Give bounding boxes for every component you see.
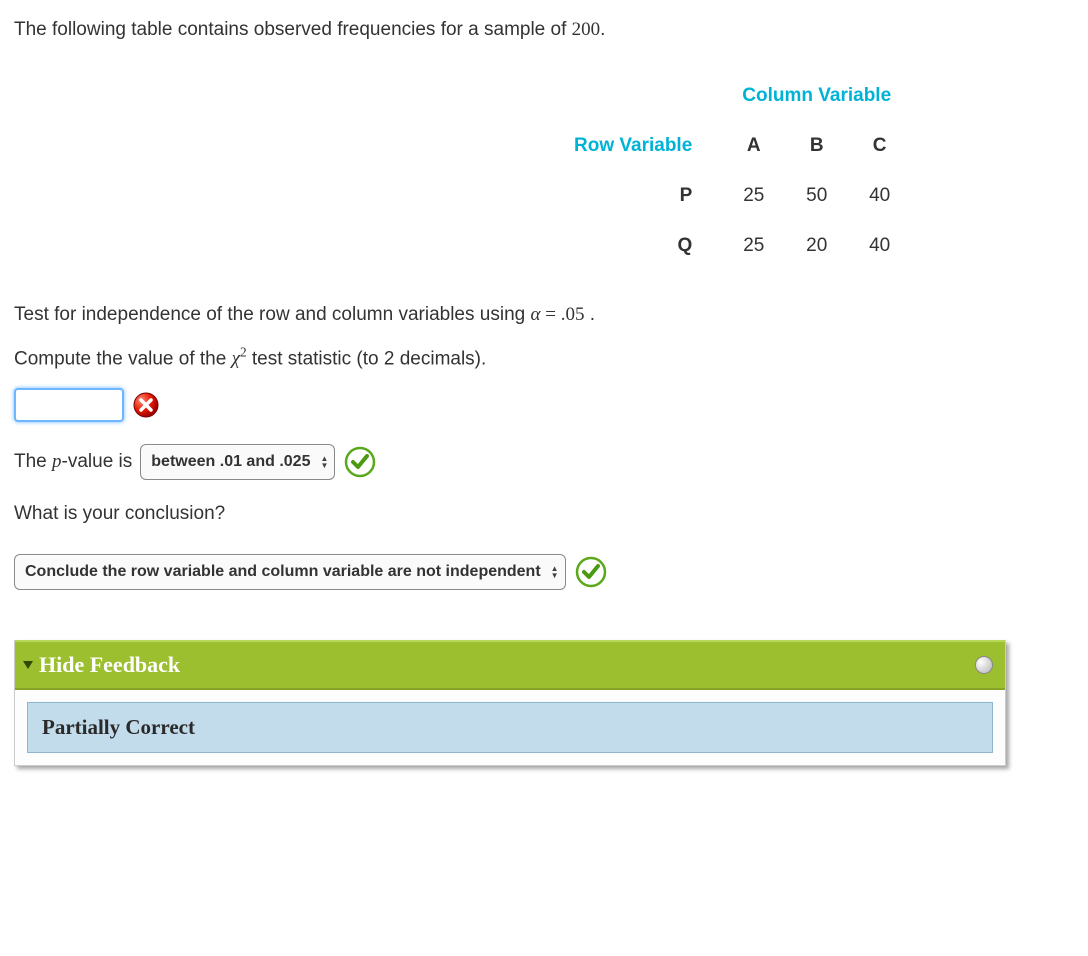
col-A: A	[722, 121, 785, 171]
intro-text: The following table contains observed fr…	[14, 16, 1074, 45]
refresh-icon[interactable]	[975, 656, 993, 674]
chi-exponent: 2	[240, 345, 247, 360]
feedback-toggle-label: Hide Feedback	[39, 652, 180, 678]
table-row: P 25 50 40	[554, 171, 911, 221]
independence-test-text: Test for independence of the row and col…	[14, 301, 1074, 330]
chi-square-prompt: Compute the value of the χ2 test statist…	[14, 343, 1074, 374]
cell-Q-A: 25	[722, 221, 785, 271]
q1-prefix: Test for independence of the row and col…	[14, 304, 530, 325]
col-B: B	[785, 121, 848, 171]
chi-square-input[interactable]	[14, 388, 124, 422]
intro-suffix: .	[600, 19, 605, 40]
pvalue-mid: -value is	[62, 451, 133, 472]
pvalue-text: The p-value is	[14, 451, 132, 473]
correct-icon	[574, 555, 608, 589]
feedback-status: Partially Correct	[27, 702, 993, 753]
q2-suffix: test statistic (to 2 decimals).	[247, 348, 487, 369]
row-Q-label: Q	[554, 221, 722, 271]
cell-Q-C: 40	[848, 221, 911, 271]
q1-eq: =	[540, 304, 560, 325]
col-C: C	[848, 121, 911, 171]
sample-size: 200	[572, 19, 601, 40]
feedback-panel: Hide Feedback Partially Correct	[14, 640, 1006, 766]
cell-P-A: 25	[722, 171, 785, 221]
intro-prefix: The following table contains observed fr…	[14, 19, 572, 40]
conclusion-prompt: What is your conclusion?	[14, 500, 1074, 529]
q1-suffix: .	[584, 304, 595, 325]
cell-Q-B: 20	[785, 221, 848, 271]
frequency-table: Column Variable Row Variable A B C P 25 …	[554, 71, 911, 271]
select-arrows-icon: ▲▼	[551, 565, 559, 579]
table-row: Q 25 20 40	[554, 221, 911, 271]
conclusion-selected-label: Conclude the row variable and column var…	[25, 563, 541, 581]
incorrect-icon	[132, 391, 160, 419]
pvalue-selected-label: between .01 and .025	[151, 453, 310, 471]
correct-icon	[343, 445, 377, 479]
cell-P-B: 50	[785, 171, 848, 221]
collapse-triangle-icon	[23, 661, 33, 669]
row-P-label: P	[554, 171, 722, 221]
column-variable-header: Column Variable	[722, 71, 911, 121]
select-arrows-icon: ▲▼	[320, 455, 328, 469]
feedback-toggle[interactable]: Hide Feedback	[15, 640, 1005, 690]
alpha-value: .05	[561, 304, 585, 325]
p-symbol: p	[52, 451, 62, 472]
alpha-symbol: α	[530, 304, 540, 325]
cell-P-C: 40	[848, 171, 911, 221]
pvalue-prefix: The	[14, 451, 52, 472]
chi-symbol: χ	[232, 348, 240, 369]
conclusion-select[interactable]: Conclude the row variable and column var…	[14, 554, 566, 590]
row-variable-header: Row Variable	[554, 121, 722, 171]
q2-prefix: Compute the value of the	[14, 348, 232, 369]
pvalue-select[interactable]: between .01 and .025 ▲▼	[140, 444, 335, 480]
